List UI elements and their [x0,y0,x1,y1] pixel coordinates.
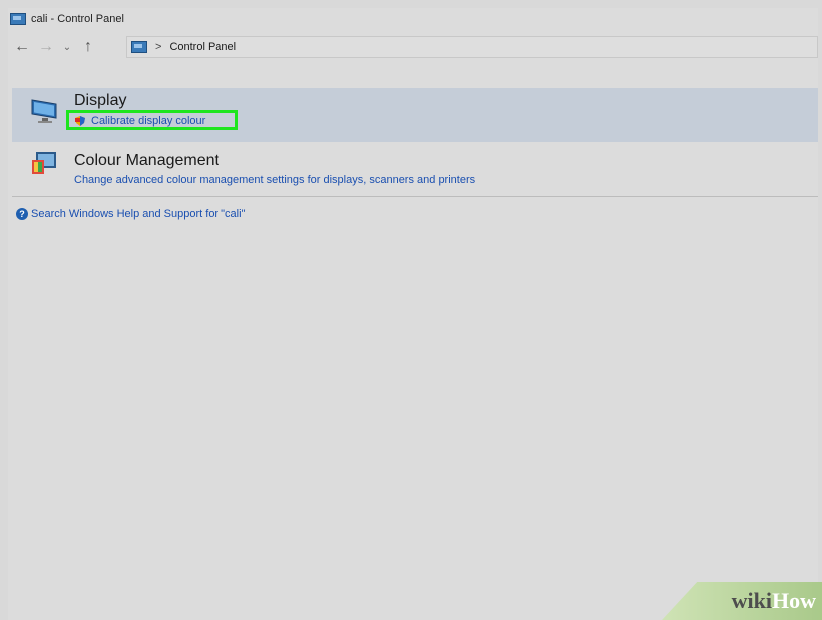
result-display[interactable]: Display Calibrate display colour [12,88,818,142]
display-title-link[interactable]: Display [74,92,126,110]
forward-arrow-icon[interactable]: → [36,38,56,56]
result-colour-management[interactable]: Colour Management Change advanced colour… [12,144,818,190]
title-bar: cali - Control Panel [8,8,818,30]
control-panel-icon [10,13,26,25]
up-arrow-icon[interactable]: ↑ [78,38,98,56]
control-panel-window: cali - Control Panel ← → ⌄ ↑ > Control P… [8,8,818,620]
screenshot-frame: cali - Control Panel ← → ⌄ ↑ > Control P… [0,0,822,620]
results-divider [12,196,818,197]
recent-locations-chevron-icon[interactable]: ⌄ [60,42,74,53]
admin-shield-icon [75,116,85,126]
calibrate-display-colour-link[interactable]: Calibrate display colour [91,115,205,127]
colour-management-title-link[interactable]: Colour Management [74,152,219,170]
window-title: cali - Control Panel [31,13,124,25]
help-search-text[interactable]: Search Windows Help and Support for "cal… [31,208,245,220]
breadcrumb-separator: > [155,41,162,53]
help-search-link[interactable]: ? Search Windows Help and Support for "c… [16,208,245,220]
monitor-icon [31,99,57,123]
navigation-bar: ← → ⌄ ↑ > Control Panel [8,34,818,60]
address-bar[interactable]: > Control Panel [126,36,818,58]
back-arrow-icon[interactable]: ← [12,38,32,56]
colour-management-icon [32,152,56,174]
breadcrumb-control-panel[interactable]: Control Panel [169,41,236,53]
watermark-wiki-text: wiki [731,588,772,613]
control-panel-icon [131,41,147,53]
colour-management-settings-link[interactable]: Change advanced colour management settin… [74,174,475,186]
help-question-icon: ? [16,208,28,220]
watermark-how-text: How [772,588,816,613]
calibrate-display-highlight: Calibrate display colour [66,110,238,130]
